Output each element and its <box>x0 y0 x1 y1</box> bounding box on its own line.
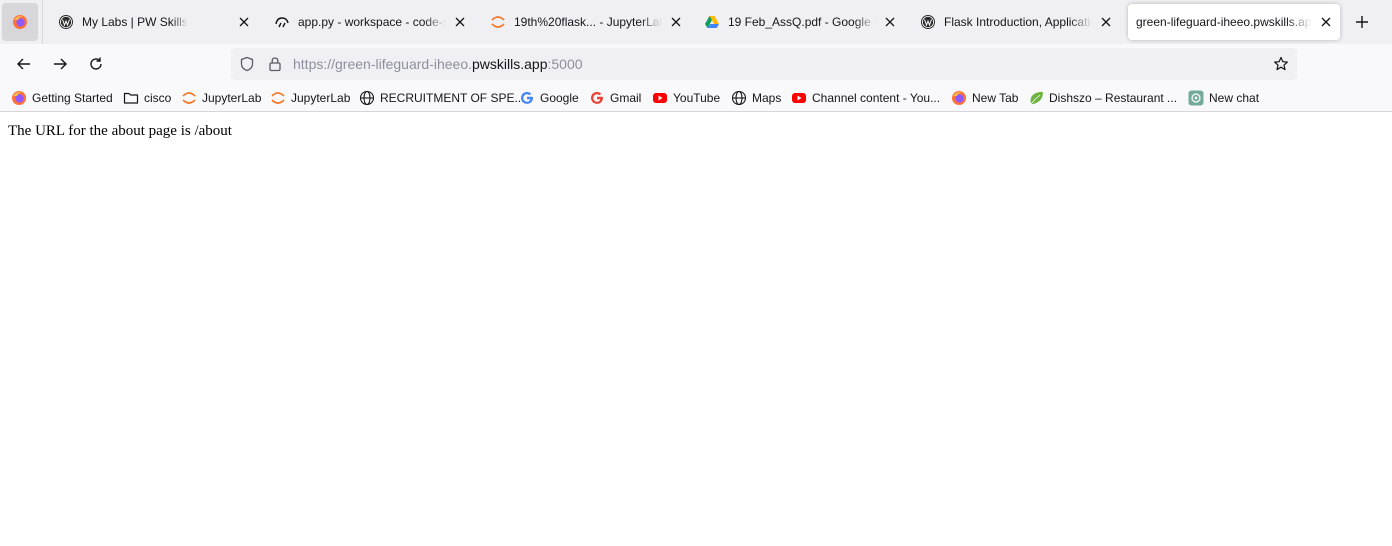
bookmark-channel-content[interactable]: Channel content - You... <box>791 89 940 107</box>
globe-icon <box>731 90 747 106</box>
bookmark-maps[interactable]: Maps <box>731 89 781 107</box>
forward-button[interactable] <box>48 52 72 76</box>
back-button[interactable] <box>12 52 36 76</box>
tab-title: 19th%20flask... - JupyterLab <box>514 15 662 29</box>
bookmark-youtube[interactable]: YouTube <box>652 89 720 107</box>
bookmark-label: JupyterLab <box>202 91 262 105</box>
close-icon[interactable] <box>1098 14 1114 30</box>
jupyter-icon <box>490 14 506 30</box>
shield-icon[interactable] <box>239 56 255 72</box>
bookmark-google[interactable]: Google <box>519 89 579 107</box>
bookmark-new-tab[interactable]: New Tab <box>951 89 1018 107</box>
bookmark-gmail[interactable]: Gmail <box>589 89 641 107</box>
arrow-right-icon <box>54 58 67 70</box>
bookmark-label: YouTube <box>673 91 721 105</box>
jupyter-icon <box>270 90 286 106</box>
globe-icon <box>359 90 375 106</box>
firefox-icon <box>951 90 967 106</box>
bookmark-label: Google <box>540 91 579 105</box>
tab-separator <box>42 0 43 44</box>
bookmark-label: cisco <box>144 91 172 105</box>
google-icon <box>519 90 535 106</box>
leaf-icon <box>1028 90 1044 106</box>
jupyter-icon <box>181 90 197 106</box>
url-prefix: https://green-lifeguard-iheeo. <box>293 56 472 72</box>
tab-title: My Labs | PW Skills <box>82 15 188 29</box>
bookmark-label: Gmail <box>610 91 642 105</box>
bookmark-dishszo[interactable]: Dishszo – Restaurant ... <box>1028 89 1177 107</box>
bookmark-label: RECRUITMENT OF SPE... <box>380 91 525 105</box>
url-port: :5000 <box>547 56 583 72</box>
bookmark-folder-cisco[interactable]: cisco <box>123 89 171 107</box>
tab-google-drive[interactable]: 19 Feb_AssQ.pdf - Google Drive <box>692 4 904 40</box>
wordpress-icon <box>58 14 74 30</box>
firefox-icon <box>11 90 27 106</box>
bookmarks-toolbar: Getting Started cisco JupyterLab Jupyter… <box>0 84 1392 112</box>
youtube-icon <box>652 90 668 106</box>
plus-icon <box>1356 16 1368 28</box>
bookmark-jupyterlab[interactable]: JupyterLab <box>181 89 261 107</box>
navigation-toolbar: https://green-lifeguard-iheeo.pwskills.a… <box>0 44 1392 84</box>
bookmark-recruitment[interactable]: RECRUITMENT OF SPE... <box>359 89 524 107</box>
google-drive-icon <box>704 14 720 30</box>
chatgpt-icon <box>1188 90 1204 106</box>
tab-title: 19 Feb_AssQ.pdf - Google Drive <box>728 15 876 29</box>
close-icon[interactable] <box>882 14 898 30</box>
bookmark-label: Dishszo – Restaurant ... <box>1049 91 1178 105</box>
bookmark-label: JupyterLab <box>291 91 351 105</box>
tab-flask-introduction[interactable]: Flask Introduction, Application <box>908 4 1120 40</box>
bookmark-getting-started[interactable]: Getting Started <box>11 89 113 107</box>
reload-icon <box>90 57 102 70</box>
close-icon[interactable] <box>452 14 468 30</box>
youtube-icon <box>791 90 807 106</box>
address-bar[interactable]: https://green-lifeguard-iheeo.pwskills.a… <box>231 48 1297 80</box>
firefox-icon <box>13 15 27 29</box>
wordpress-icon <box>920 14 936 30</box>
bookmark-label: Getting Started <box>32 91 113 105</box>
folder-icon <box>123 90 139 106</box>
close-icon[interactable] <box>668 14 684 30</box>
code-server-icon <box>274 14 290 30</box>
tab-title: green-lifeguard-iheeo.pwskills.app <box>1136 15 1312 29</box>
bookmark-label: Maps <box>752 91 782 105</box>
tab-strip: My Labs | PW Skills app.py - workspace -… <box>0 0 1392 44</box>
google-icon <box>589 90 605 106</box>
firefox-view-button[interactable] <box>2 3 38 41</box>
close-icon[interactable] <box>1318 14 1334 30</box>
url-text[interactable]: https://green-lifeguard-iheeo.pwskills.a… <box>293 56 583 72</box>
tab-title: app.py - workspace - code-server <box>298 15 446 29</box>
url-host: pwskills.app <box>472 56 548 72</box>
lock-icon[interactable] <box>267 56 283 72</box>
new-tab-button[interactable] <box>1350 10 1374 34</box>
star-icon[interactable] <box>1273 56 1289 72</box>
tab-code-server[interactable]: app.py - workspace - code-server <box>262 4 474 40</box>
arrow-left-icon <box>17 58 30 70</box>
bookmark-jupyterlab-2[interactable]: JupyterLab <box>270 89 350 107</box>
page-text: The URL for the about page is /about <box>8 123 232 139</box>
page-content: The URL for the about page is /about <box>0 113 1392 546</box>
close-icon[interactable] <box>236 14 252 30</box>
bookmark-label: New Tab <box>972 91 1019 105</box>
tab-jupyterlab[interactable]: 19th%20flask... - JupyterLab <box>478 4 690 40</box>
tab-title: Flask Introduction, Application <box>944 15 1092 29</box>
reload-button[interactable] <box>84 52 108 76</box>
tab-active-page[interactable]: green-lifeguard-iheeo.pwskills.app <box>1128 4 1340 40</box>
bookmark-label: Channel content - You... <box>812 91 941 105</box>
tab-my-labs[interactable]: My Labs | PW Skills <box>46 4 258 40</box>
bookmark-new-chat[interactable]: New chat <box>1188 89 1259 107</box>
bookmark-label: New chat <box>1209 91 1260 105</box>
